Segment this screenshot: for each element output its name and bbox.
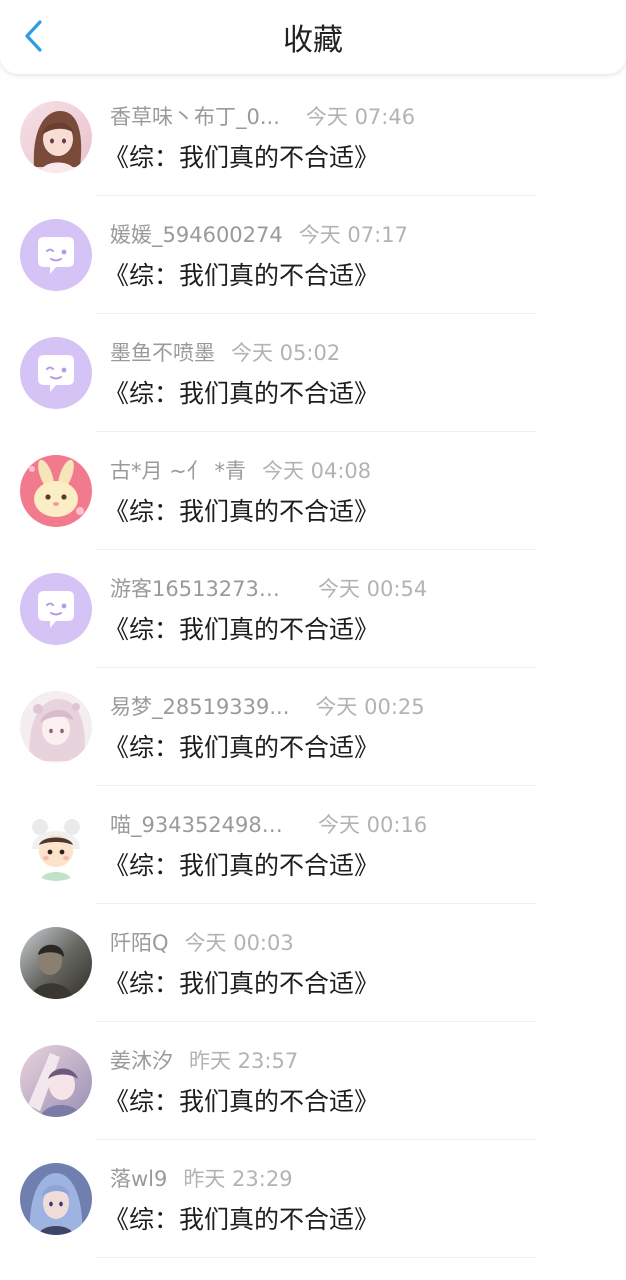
user-avatar[interactable] — [20, 809, 92, 881]
user-avatar[interactable] — [20, 691, 92, 763]
user-name: 喵_9343524988... — [110, 813, 292, 837]
divider — [96, 1257, 536, 1258]
list-item[interactable]: 喵_9343524988... 今天 00:16 《综：我们真的不合适》 — [0, 786, 626, 904]
user-avatar[interactable] — [20, 337, 92, 409]
item-meta: 阡陌Q 今天 00:03 — [110, 928, 294, 958]
photo-avatar — [20, 927, 92, 999]
item-meta: 喵_9343524988... 今天 00:16 — [110, 810, 427, 840]
timestamp: 今天 04:08 — [261, 459, 372, 483]
anime-girl-avatar — [20, 101, 92, 173]
item-meta: 墨鱼不喷墨 今天 05:02 — [110, 338, 340, 368]
user-avatar[interactable] — [20, 1163, 92, 1235]
timestamp: 今天 00:25 — [315, 695, 425, 719]
book-title[interactable]: 《综：我们真的不合适》 — [104, 258, 379, 294]
item-meta: 易梦_28519339... 今天 00:25 — [110, 692, 425, 722]
book-title[interactable]: 《综：我们真的不合适》 — [104, 966, 379, 1002]
book-title[interactable]: 《综：我们真的不合适》 — [104, 494, 379, 530]
list-item[interactable]: 姜沐汐 昨天 23:57 《综：我们真的不合适》 — [0, 1022, 626, 1140]
book-title[interactable]: 《综：我们真的不合适》 — [104, 730, 379, 766]
item-meta: 古*月 ~亻 *青 今天 04:08 — [110, 456, 371, 486]
book-title[interactable]: 《综：我们真的不合适》 — [104, 612, 379, 648]
item-meta: 香草味丶布丁_0... 今天 07:46 — [110, 102, 415, 132]
rabbit-avatar — [20, 455, 92, 527]
timestamp: 今天 00:54 — [318, 577, 428, 601]
user-avatar[interactable] — [20, 927, 92, 999]
item-meta: 落wl9 昨天 23:29 — [110, 1164, 293, 1194]
anime-girl-avatar — [20, 1045, 92, 1117]
anime-girl-avatar — [20, 691, 92, 763]
user-avatar[interactable] — [20, 573, 92, 645]
cartoon-child-avatar — [20, 809, 92, 881]
book-title[interactable]: 《综：我们真的不合适》 — [104, 848, 379, 884]
user-name: 易梦_28519339... — [110, 695, 290, 719]
user-name: 落wl9 — [110, 1167, 168, 1191]
timestamp: 昨天 23:57 — [189, 1049, 299, 1073]
user-name: 游客165132732... — [110, 577, 292, 601]
list-item[interactable]: 游客165132732... 今天 00:54 《综：我们真的不合适》 — [0, 550, 626, 668]
user-name: 阡陌Q — [110, 931, 169, 955]
user-name: 姜沐汐 — [110, 1049, 173, 1073]
book-title[interactable]: 《综：我们真的不合适》 — [104, 1202, 379, 1238]
default-chat-avatar — [20, 573, 92, 645]
list-item[interactable]: 易梦_28519339... 今天 00:25 《综：我们真的不合适》 — [0, 668, 626, 786]
user-avatar[interactable] — [20, 219, 92, 291]
list-item[interactable]: 墨鱼不喷墨 今天 05:02 《综：我们真的不合适》 — [0, 314, 626, 432]
user-name: 媛媛_594600274 — [110, 223, 283, 247]
item-meta: 游客165132732... 今天 00:54 — [110, 574, 427, 604]
timestamp: 今天 05:02 — [231, 341, 341, 365]
book-title[interactable]: 《综：我们真的不合适》 — [104, 1084, 379, 1120]
user-name: 墨鱼不喷墨 — [110, 341, 215, 365]
favorites-list: 香草味丶布丁_0... 今天 07:46 《综：我们真的不合适》 媛媛_59460… — [0, 78, 626, 1258]
list-item[interactable]: 媛媛_594600274 今天 07:17 《综：我们真的不合适》 — [0, 196, 626, 314]
list-item[interactable]: 阡陌Q 今天 00:03 《综：我们真的不合适》 — [0, 904, 626, 1022]
list-item[interactable]: 古*月 ~亻 *青 今天 04:08 《综：我们真的不合适》 — [0, 432, 626, 550]
user-avatar[interactable] — [20, 1045, 92, 1117]
user-name: 香草味丶布丁_0... — [110, 105, 280, 129]
user-avatar[interactable] — [20, 101, 92, 173]
timestamp: 今天 00:03 — [184, 931, 294, 955]
item-meta: 媛媛_594600274 今天 07:17 — [110, 220, 408, 250]
user-name: 古*月 ~亻 *青 — [110, 459, 246, 483]
book-title[interactable]: 《综：我们真的不合适》 — [104, 140, 379, 176]
user-avatar[interactable] — [20, 455, 92, 527]
default-chat-avatar — [20, 337, 92, 409]
book-title[interactable]: 《综：我们真的不合适》 — [104, 376, 379, 412]
default-chat-avatar — [20, 219, 92, 291]
timestamp: 昨天 23:29 — [183, 1167, 293, 1191]
timestamp: 今天 07:46 — [305, 105, 416, 129]
anime-boy-avatar — [20, 1163, 92, 1235]
top-bar: 收藏 — [0, 0, 626, 74]
timestamp: 今天 00:16 — [318, 813, 428, 837]
list-item[interactable]: 香草味丶布丁_0... 今天 07:46 《综：我们真的不合适》 — [0, 78, 626, 196]
item-meta: 姜沐汐 昨天 23:57 — [110, 1046, 298, 1076]
page-title: 收藏 — [283, 23, 343, 58]
timestamp: 今天 07:17 — [298, 223, 408, 247]
list-item[interactable]: 落wl9 昨天 23:29 《综：我们真的不合适》 — [0, 1140, 626, 1258]
